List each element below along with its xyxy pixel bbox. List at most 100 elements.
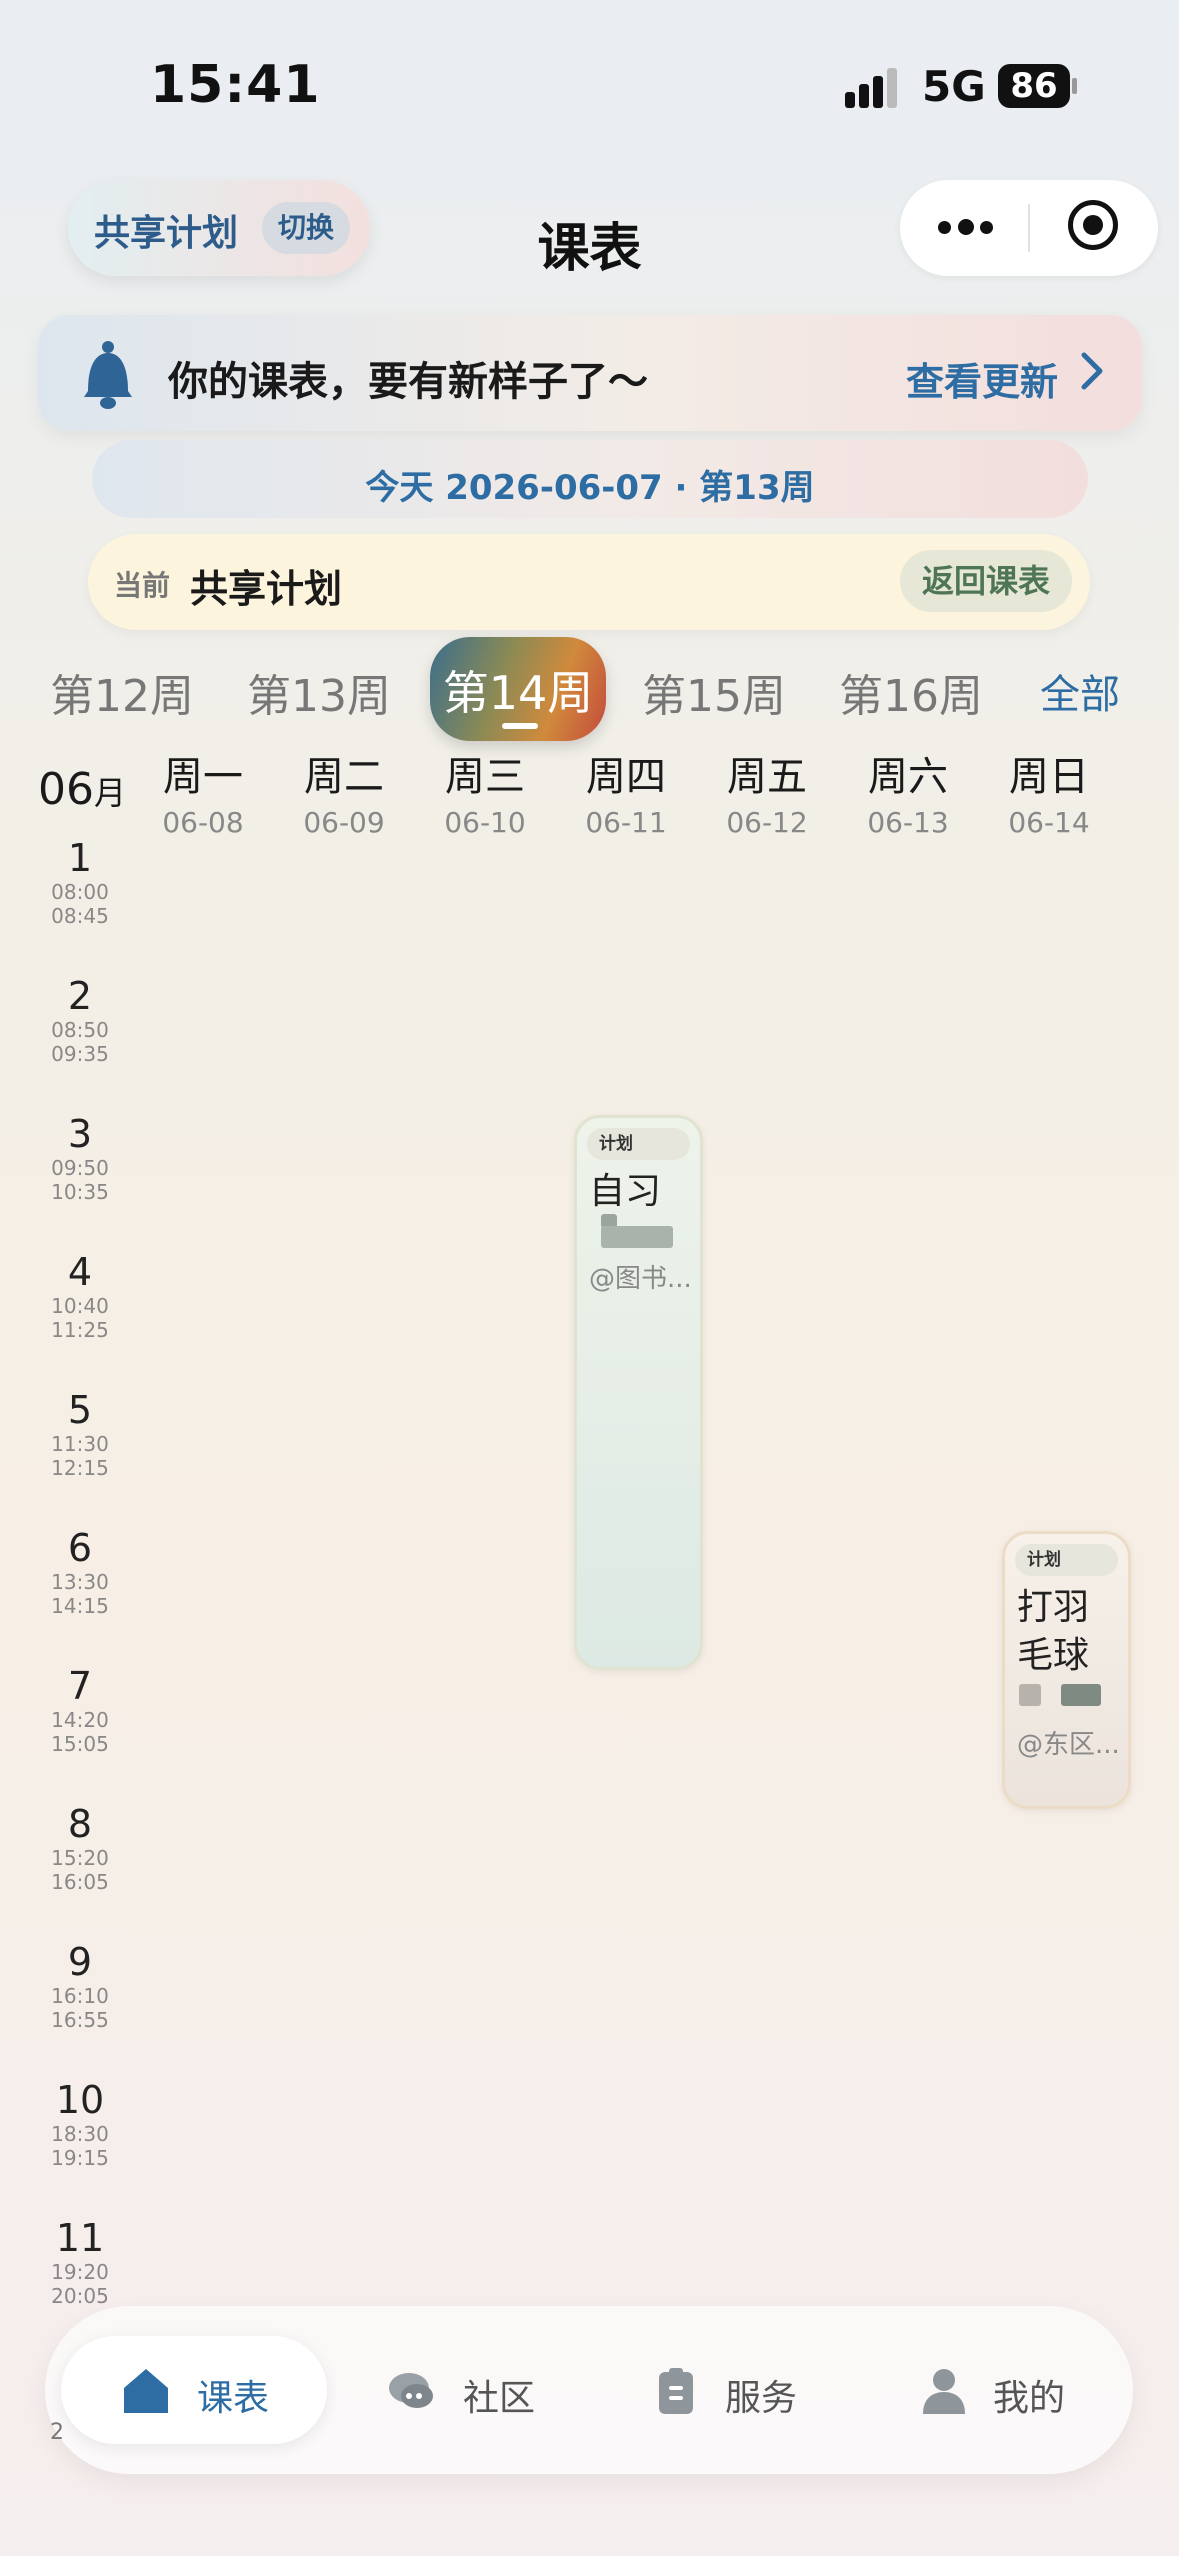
tab-services[interactable]: 服务 [605, 2336, 845, 2444]
course-location: @图书... [589, 1264, 692, 1294]
day-date: 06-12 [726, 806, 808, 839]
period-4: 4 10:40 11:25 [30, 1250, 130, 1342]
today-text: 今天 2026-06-07 · 第13周 [365, 468, 815, 508]
course-tag: 计划 [587, 1128, 690, 1160]
day-header-thu: 周四 06-11 [566, 744, 686, 839]
day-header-tue: 周二 06-09 [284, 744, 404, 839]
view-update-link[interactable]: 查看更新 [906, 351, 1058, 406]
period-start: 08:00 [51, 880, 109, 904]
redacted-text [1061, 1684, 1101, 1706]
period-6: 6 13:30 14:15 [30, 1526, 130, 1618]
battery-tip [1072, 78, 1077, 94]
today-indicator: 今天 2026-06-07 · 第13周 [92, 440, 1088, 518]
tab-community[interactable]: 社区 [345, 2336, 585, 2444]
period-start: 19:20 [51, 2260, 109, 2284]
day-name: 周一 [163, 754, 243, 800]
day-name: 周日 [1009, 754, 1089, 800]
day-date: 06-10 [444, 806, 526, 839]
day-header-sun: 周日 06-14 [989, 744, 1109, 839]
month-label: 06月 [38, 764, 126, 815]
back-to-schedule-button[interactable]: 返回课表 [899, 550, 1072, 612]
period-start: 11:30 [51, 1432, 109, 1456]
period-start: 10:40 [51, 1294, 109, 1318]
period-end: 09:35 [51, 1042, 109, 1066]
home-icon [124, 2369, 168, 2413]
period-num: 7 [67, 1664, 93, 1708]
week-tab-16[interactable]: 第16周 [839, 660, 983, 724]
redacted-text [601, 1226, 673, 1248]
course-card-self-study[interactable]: 计划 自习 @图书... [574, 1115, 703, 1670]
period-start: 08:50 [51, 1018, 109, 1042]
period-num: 6 [67, 1526, 93, 1570]
miniprogram-capsule [900, 180, 1158, 276]
course-card-badminton[interactable]: 计划 打羽 毛球 @东区... [1002, 1531, 1131, 1809]
month-num: 06 [38, 764, 94, 815]
day-date: 06-11 [585, 806, 667, 839]
active-week-indicator [502, 723, 538, 729]
period-num: 10 [55, 2078, 105, 2122]
day-header-sat: 周六 06-13 [848, 744, 968, 839]
chat-icon [389, 2373, 433, 2408]
course-name: 自习 [589, 1171, 662, 1212]
period-num: 11 [55, 2216, 105, 2260]
battery-level: 86 [1010, 66, 1058, 106]
week-tab-12[interactable]: 第12周 [50, 660, 194, 724]
more-icon[interactable] [938, 218, 998, 238]
bell-icon [84, 341, 132, 409]
network-label: 5G [922, 62, 986, 111]
period-2: 2 08:50 09:35 [30, 974, 130, 1066]
period-end: 11:25 [51, 1318, 109, 1342]
redacted-text [1019, 1684, 1041, 1706]
period-start: 16:10 [51, 1984, 109, 2008]
day-name: 周四 [586, 754, 666, 800]
period-7: 7 14:20 15:05 [30, 1664, 130, 1756]
day-date: 06-13 [867, 806, 949, 839]
tab-me[interactable]: 我的 [865, 2336, 1105, 2444]
close-miniprogram-icon[interactable] [1068, 200, 1118, 250]
day-name: 周二 [304, 754, 384, 800]
period-num: 5 [67, 1388, 93, 1432]
period-9: 9 16:10 16:55 [30, 1940, 130, 2032]
period-start: 18:30 [51, 2122, 109, 2146]
period-start: 13:30 [51, 1570, 109, 1594]
tab-label: 我的 [993, 2378, 1066, 2419]
period-end: 14:15 [51, 1594, 109, 1618]
chevron-right-icon [1081, 352, 1103, 390]
period-num: 3 [67, 1112, 93, 1156]
bottom-tab-bar: 课表 社区 服务 我的 [45, 2306, 1133, 2474]
week-tab-14-active[interactable]: 第14周 [430, 637, 606, 741]
period-end: 19:15 [51, 2146, 109, 2170]
day-date: 06-09 [303, 806, 385, 839]
period-end: 16:05 [51, 1870, 109, 1894]
period-12-partial: 2 [50, 2420, 64, 2445]
battery-icon: 86 [998, 64, 1070, 108]
week-tab-13[interactable]: 第13周 [247, 660, 391, 724]
course-tag: 计划 [1015, 1544, 1118, 1576]
period-5: 5 11:30 12:15 [30, 1388, 130, 1480]
status-time: 15:41 [150, 55, 321, 115]
active-week-label: 第14周 [442, 666, 594, 720]
tab-label: 社区 [463, 2378, 536, 2419]
tab-label: 服务 [725, 2378, 798, 2419]
day-date: 06-14 [1008, 806, 1090, 839]
period-end: 08:45 [51, 904, 109, 928]
clipboard-icon [659, 2368, 693, 2414]
period-start: 15:20 [51, 1846, 109, 1870]
period-11: 11 19:20 20:05 [30, 2216, 130, 2308]
period-num: 8 [67, 1802, 93, 1846]
period-8: 8 15:20 16:05 [30, 1802, 130, 1894]
current-plan-name: 共享计划 [190, 567, 343, 611]
current-prefix: 当前 [114, 569, 171, 602]
update-banner[interactable]: 你的课表，要有新样子了～ 查看更新 [38, 315, 1142, 431]
banner-text: 你的课表，要有新样子了～ [168, 359, 648, 405]
tab-label: 课表 [197, 2378, 270, 2419]
week-tab-15[interactable]: 第15周 [642, 660, 786, 724]
period-end: 10:35 [51, 1180, 109, 1204]
period-num: 9 [67, 1940, 93, 1984]
signal-icon [845, 68, 905, 108]
period-end: 16:55 [51, 2008, 109, 2032]
period-start: 14:20 [51, 1708, 109, 1732]
all-weeks-button[interactable]: 全部 [1040, 662, 1120, 720]
tab-schedule[interactable]: 课表 [61, 2336, 327, 2444]
period-start: 09:50 [51, 1156, 109, 1180]
